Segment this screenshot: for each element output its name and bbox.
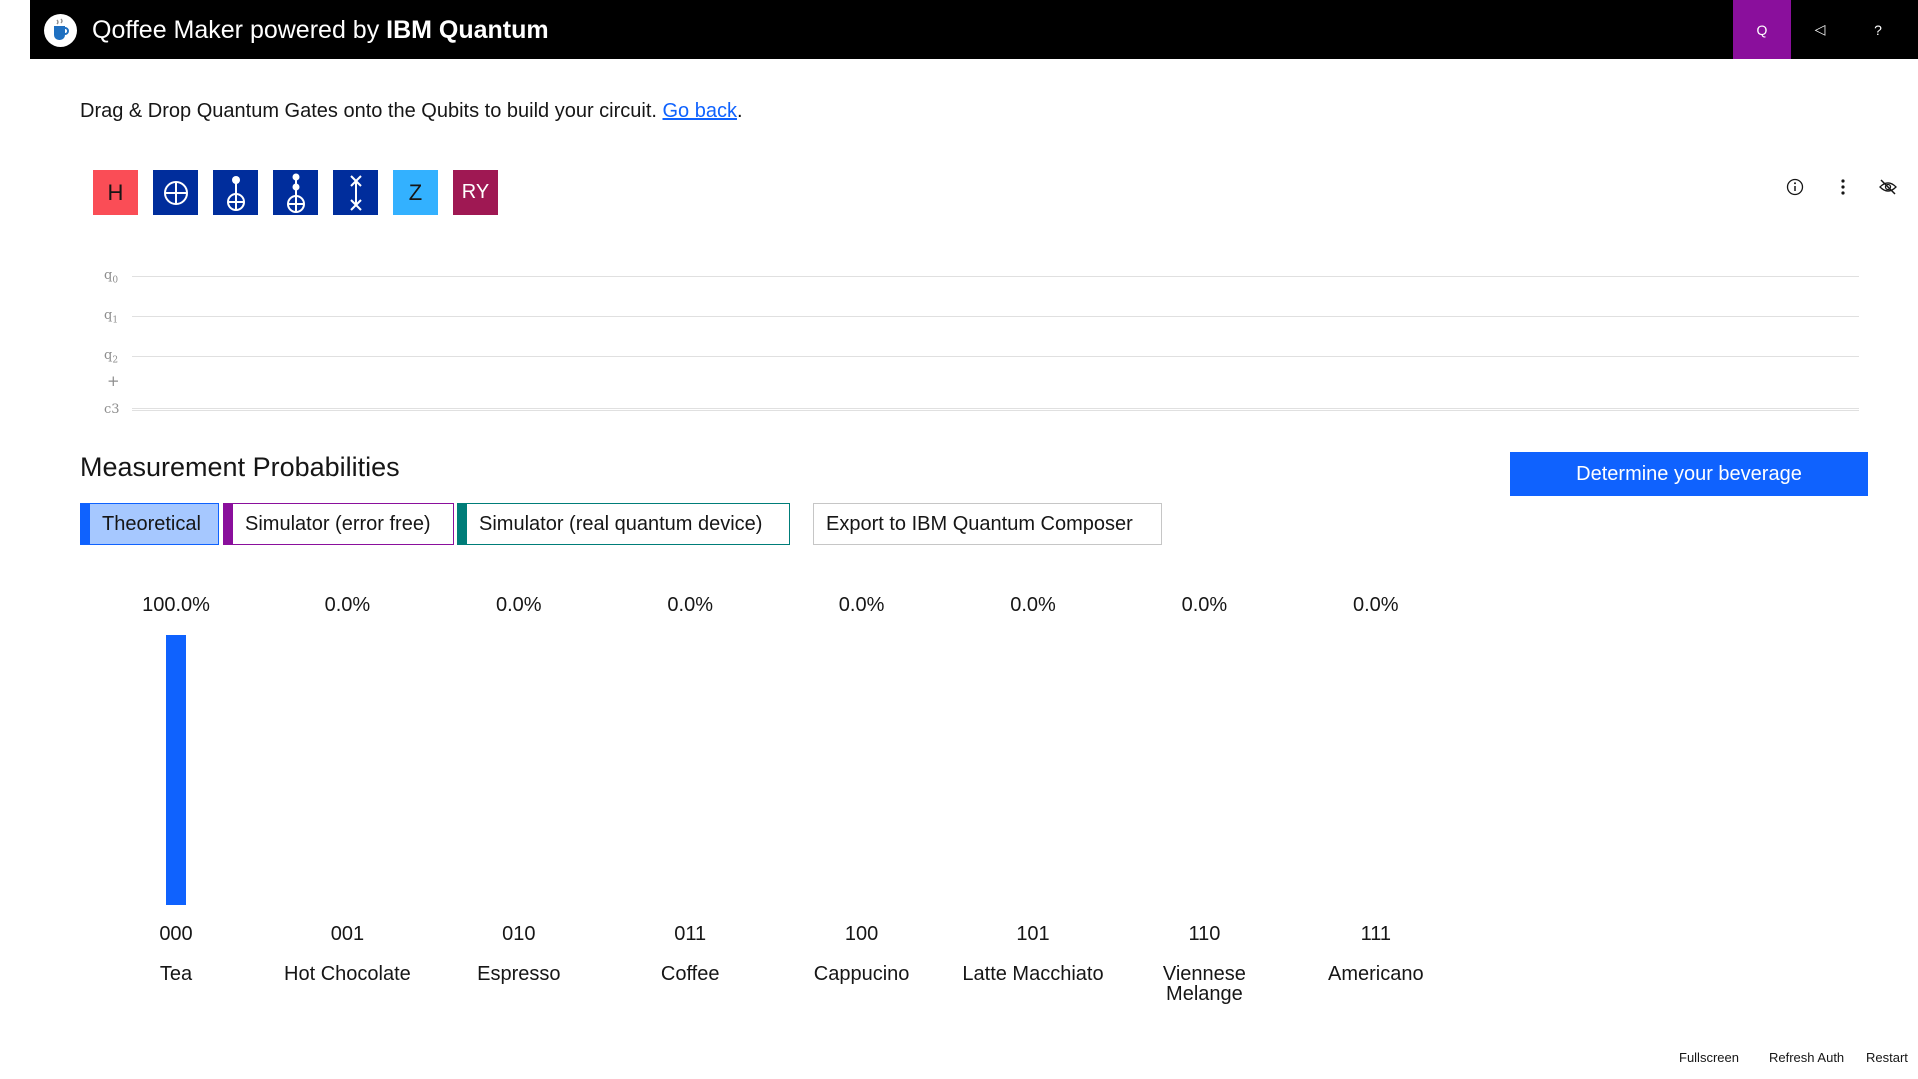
- beverage-label-100: Cappucino: [814, 963, 910, 985]
- swap-gate[interactable]: [333, 170, 378, 215]
- data-label-100: 0.0%: [839, 594, 885, 616]
- tick-label-001: 001: [331, 923, 364, 945]
- data-label-011: 0.0%: [667, 594, 713, 616]
- export-composer-button[interactable]: Export to IBM Quantum Composer: [813, 503, 1162, 545]
- beverage-label-011: Coffee: [661, 963, 720, 985]
- toffoli-gate-icon: [286, 173, 305, 213]
- beverage-label-111: Americano: [1328, 963, 1424, 985]
- beverage-label-110: Viennese: [1163, 963, 1246, 985]
- measurement-title: Measurement Probabilities: [80, 452, 400, 482]
- z-gate[interactable]: Z: [393, 170, 438, 215]
- instructions-label: Drag & Drop Quantum Gates onto the Qubit…: [80, 100, 663, 122]
- instructions-text: Drag & Drop Quantum Gates onto the Qubit…: [80, 97, 743, 125]
- tab-real-device-accent: [458, 504, 467, 544]
- tick-label-011: 011: [674, 923, 706, 945]
- qubit-2-index: 2: [112, 355, 119, 366]
- fullscreen-link[interactable]: Fullscreen: [1679, 1050, 1739, 1065]
- bar-000: [166, 635, 186, 905]
- info-icon[interactable]: [1782, 174, 1808, 200]
- data-label-110: 0.0%: [1182, 594, 1228, 616]
- classical-register-name: c3: [104, 402, 120, 417]
- app-title: Qoffee Maker powered by IBM Quantum: [92, 15, 549, 45]
- tick-label-010: 010: [502, 923, 535, 945]
- go-back-link[interactable]: Go back: [663, 100, 737, 122]
- restart-link[interactable]: Restart: [1866, 1050, 1908, 1065]
- cnot-gate-icon: [226, 175, 245, 211]
- refresh-auth-link[interactable]: Refresh Auth: [1769, 1050, 1844, 1065]
- beverage-label-001: Hot Chocolate: [284, 963, 411, 985]
- coffee-cup-logo-icon: [44, 14, 77, 47]
- back-triangle-icon: ◁: [1814, 21, 1826, 37]
- qubit-label-q0: q0: [104, 268, 118, 286]
- probability-chart: 100.0% 000 Tea 0.0% 001 Hot Chocolate 0.0% 010 E…: [142, 594, 1424, 1005]
- hide-icon[interactable]: [1875, 174, 1901, 200]
- qubit-wire-q2[interactable]: [132, 356, 1859, 357]
- qubit-wire-q0[interactable]: [132, 276, 1859, 277]
- determine-beverage-button[interactable]: Determine your beverage: [1510, 452, 1868, 496]
- ry-gate[interactable]: RY: [453, 170, 498, 215]
- tab-simulator-label: Simulator (error free): [245, 512, 431, 535]
- data-label-101: 0.0%: [1010, 594, 1056, 616]
- tab-theoretical-label: Theoretical: [102, 512, 201, 535]
- add-plus-icon: +: [107, 372, 120, 390]
- back-button[interactable]: ◁: [1791, 0, 1849, 59]
- hadamard-gate-label: H: [107, 179, 124, 205]
- help-icon: ?: [1874, 21, 1882, 38]
- data-label-111: 0.0%: [1353, 594, 1399, 616]
- data-label-000: 100.0%: [142, 594, 210, 616]
- data-label-010: 0.0%: [496, 594, 542, 616]
- tab-theoretical-accent: [81, 504, 90, 544]
- quantum-q-icon: Q: [1756, 21, 1768, 38]
- instructions-suffix: .: [736, 100, 743, 122]
- tick-label-100: 100: [845, 923, 878, 945]
- qubit-label-q2: q2: [104, 348, 118, 366]
- qubit-1-index: 1: [112, 315, 119, 326]
- hadamard-gate[interactable]: H: [93, 170, 138, 215]
- top-bar: Qoffee Maker powered by IBM Quantum Q ◁ …: [30, 0, 1918, 59]
- tick-label-111: 111: [1361, 923, 1391, 945]
- qubit-wire-q1[interactable]: [132, 316, 1859, 317]
- app-title-prefix: Qoffee Maker powered by: [92, 16, 387, 44]
- beverage-label-010: Espresso: [477, 963, 560, 985]
- add-qubit-button[interactable]: +: [107, 372, 120, 390]
- tab-simulator-error-free[interactable]: Simulator (error free): [223, 503, 454, 545]
- tab-real-device-label: Simulator (real quantum device): [479, 512, 763, 535]
- ry-gate-label: RY: [461, 181, 490, 203]
- tick-label-101: 101: [1016, 923, 1049, 945]
- quantum-mode-button[interactable]: Q: [1733, 0, 1791, 59]
- cnot-gate[interactable]: [213, 170, 258, 215]
- tick-label-000: 000: [159, 923, 192, 945]
- classical-register-label: c3: [104, 402, 120, 417]
- tab-simulator-real-device[interactable]: Simulator (real quantum device): [457, 503, 790, 545]
- data-label-001: 0.0%: [325, 594, 371, 616]
- beverage-label-101: Latte Macchiato: [962, 963, 1103, 985]
- app-title-brand: IBM Quantum: [386, 16, 549, 44]
- beverage-label-110-line2: Melange: [1166, 983, 1243, 1005]
- export-composer-label: Export to IBM Quantum Composer: [826, 512, 1133, 535]
- qubit-label-q1: q1: [104, 308, 118, 326]
- not-gate[interactable]: [153, 170, 198, 215]
- tick-label-110: 110: [1188, 923, 1220, 945]
- qubit-0-index: 0: [112, 275, 119, 286]
- swap-gate-icon: [349, 174, 362, 211]
- tab-theoretical[interactable]: Theoretical: [80, 503, 219, 545]
- toffoli-gate[interactable]: [273, 170, 318, 215]
- not-gate-icon: [163, 180, 188, 205]
- tab-simulator-accent: [224, 504, 233, 544]
- help-button[interactable]: ?: [1849, 0, 1907, 59]
- beverage-label-000: Tea: [160, 963, 193, 985]
- z-gate-label: Z: [408, 179, 423, 205]
- classical-register-wire: [132, 408, 1859, 411]
- overflow-menu-icon[interactable]: [1830, 174, 1856, 200]
